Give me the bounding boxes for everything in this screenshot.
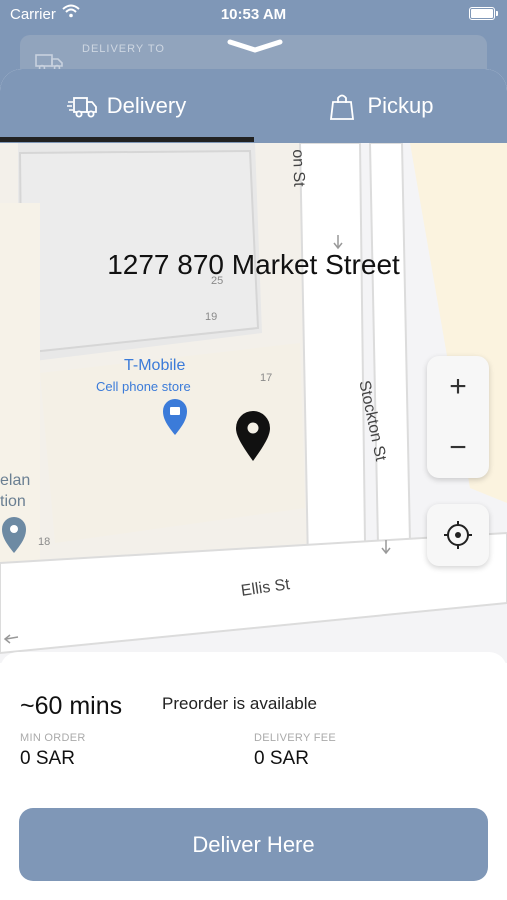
deliver-here-button[interactable]: Deliver Here [19, 808, 488, 881]
locate-me-button[interactable] [427, 504, 489, 566]
status-bar: Carrier 10:53 AM [0, 0, 507, 30]
poi-partial-label: elan [0, 472, 31, 489]
mode-tabs: Delivery Pickup [0, 69, 507, 143]
street-label-top: on St [289, 149, 308, 187]
building-number: 18 [38, 536, 51, 548]
tab-pickup-label: Pickup [367, 93, 434, 118]
tab-pickup[interactable]: Pickup [254, 69, 507, 143]
zoom-controls: + − [427, 356, 489, 478]
delivery-fee-value: 0 SAR [254, 748, 309, 769]
battery-icon [469, 7, 498, 20]
tab-delivery[interactable]: Delivery [0, 69, 253, 143]
chevron-down-icon[interactable] [226, 38, 284, 56]
zoom-in-button[interactable]: + [427, 356, 489, 417]
address-sheet: Delivery Pickup 1277 870 Market Street 2… [0, 69, 507, 900]
zoom-out-button[interactable]: − [427, 417, 489, 478]
active-tab-indicator [0, 137, 254, 142]
min-order-label: MIN ORDER [20, 732, 86, 744]
tab-delivery-label: Delivery [106, 93, 187, 118]
preorder-notice: Preorder is available [162, 694, 317, 713]
crosshair-icon [444, 521, 472, 549]
poi-name[interactable]: T-Mobile [124, 357, 185, 375]
map-view[interactable]: 1277 870 Market Street 25 19 17 18 T-Mob… [0, 143, 507, 663]
poi-partial-label: tion [0, 493, 26, 510]
selected-address: 1277 870 Market Street [107, 249, 400, 280]
delivery-truck-icon [66, 97, 97, 118]
clock: 10:53 AM [220, 6, 287, 23]
shopping-bag-icon [330, 94, 355, 120]
min-order-value: 0 SAR [20, 748, 75, 769]
delivery-to-label: DELIVERY TO [82, 43, 165, 55]
building-number: 25 [211, 275, 224, 287]
delivery-info-panel: ~60 mins Preorder is available MIN ORDER… [0, 652, 507, 900]
building-number: 17 [260, 372, 273, 384]
eta-value: ~60 mins [20, 692, 123, 720]
building-number: 19 [205, 311, 218, 323]
poi-category: Cell phone store [96, 379, 191, 394]
delivery-fee-label: DELIVERY FEE [254, 732, 337, 744]
